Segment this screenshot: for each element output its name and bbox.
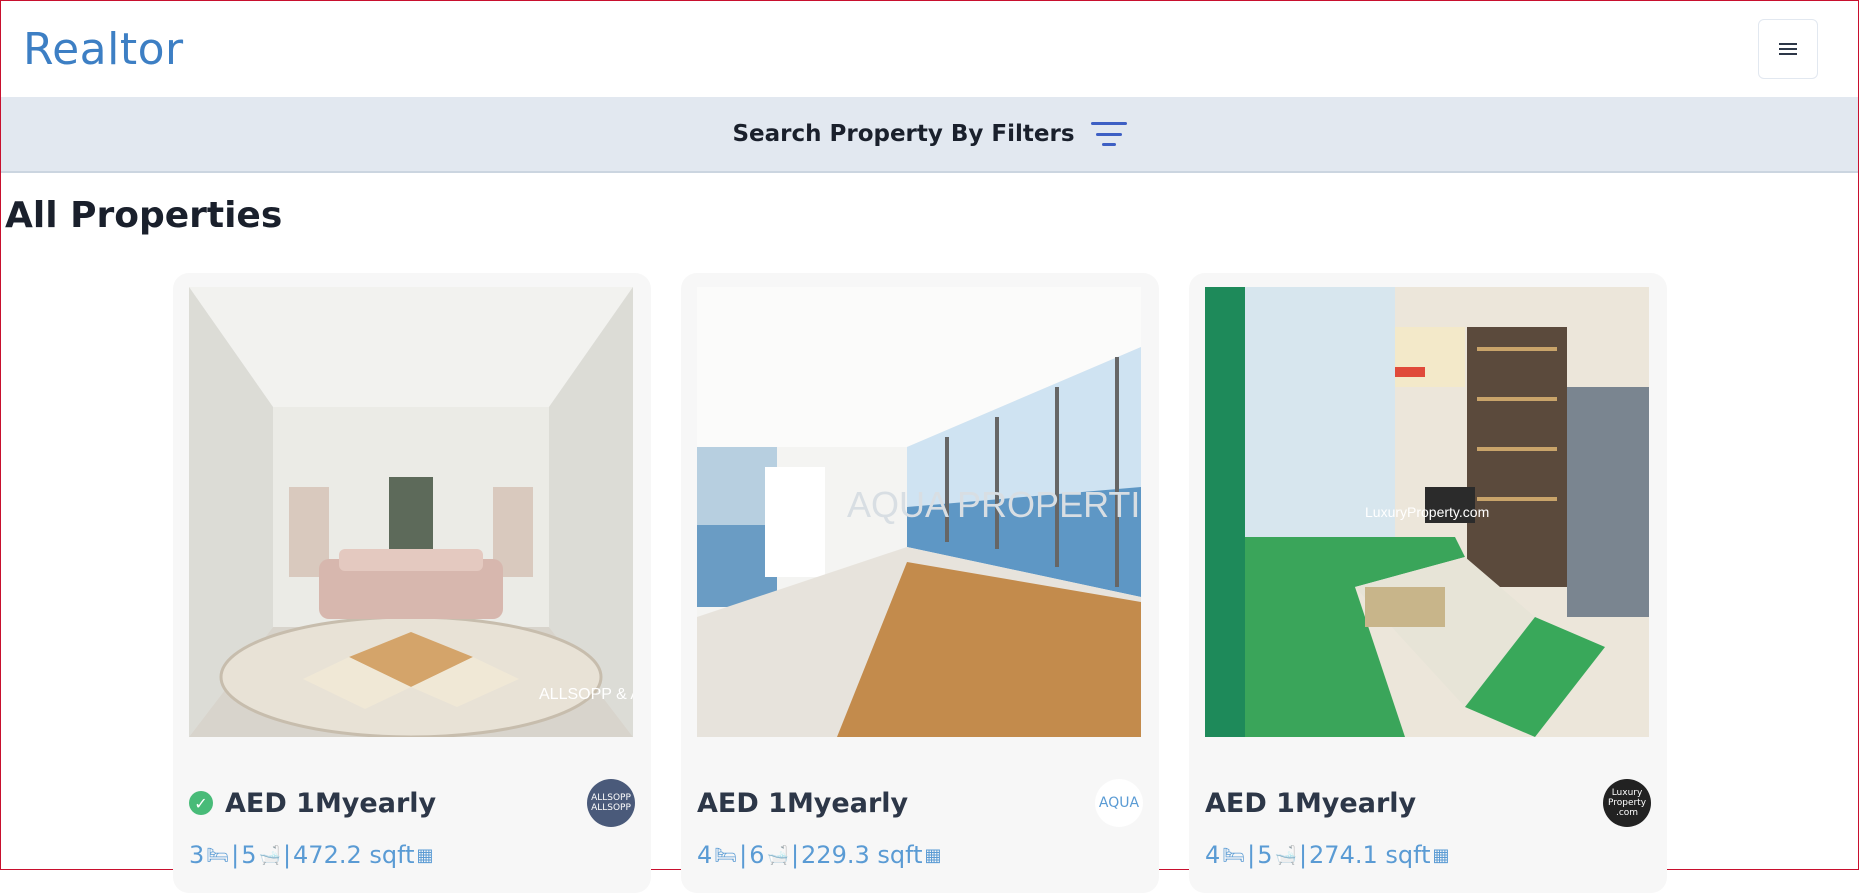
bath-icon: 🛁 [258,844,281,866]
property-price: AED 1Myearly [697,787,909,819]
bath-icon: 🛁 [766,844,789,866]
agency-name: Luxury Property .com [1607,788,1647,818]
property-price: AED 1Myearly [225,787,437,819]
bed-icon: 🛏 [714,844,738,866]
photo-watermark: ALLSOPP & ALLSOPP [539,686,633,703]
rooms-count: 3 [189,841,205,869]
menu-button[interactable] [1758,19,1818,79]
agency-name: ALLSOPP ALLSOPP [591,793,631,813]
property-photo[interactable]: AQUA PROPERTIES [697,287,1141,737]
property-list: ALLSOPP & ALLSOPP ✓ AED 1Myearly ALLSOPP… [173,273,1667,893]
property-card[interactable]: LuxuryProperty.com AED 1Myearly Luxury P… [1189,273,1667,893]
agency-avatar[interactable]: AQUA [1095,779,1143,827]
photo-watermark: LuxuryProperty.com [1365,504,1489,520]
baths-count: 5 [241,841,257,869]
area-value: 472.2 sqft [293,841,415,869]
agency-name: AQUA [1098,795,1140,811]
photo-watermark: AQUA PROPERTIES [847,484,1141,525]
property-meta: AED 1Myearly AQUA [697,779,1143,827]
property-meta: ✓ AED 1Myearly ALLSOPP ALLSOPP [189,779,635,827]
baths-count: 6 [749,841,765,869]
page-title: All Properties [5,195,283,236]
property-photo[interactable]: ALLSOPP & ALLSOPP [189,287,633,737]
hamburger-icon [1779,40,1797,58]
grid-icon: ▦ [1432,844,1450,866]
property-stats: 3 🛏 | 5 🛁 | 472.2 sqft ▦ [189,841,434,869]
bath-icon: 🛁 [1274,844,1297,866]
rooms-count: 4 [1205,841,1221,869]
rooms-count: 4 [697,841,713,869]
property-card[interactable]: ALLSOPP & ALLSOPP ✓ AED 1Myearly ALLSOPP… [173,273,651,893]
filter-bar[interactable]: Search Property By Filters [1,97,1858,173]
grid-icon: ▦ [924,844,942,866]
property-stats: 4 🛏 | 5 🛁 | 274.1 sqft ▦ [1205,841,1450,869]
agency-avatar[interactable]: Luxury Property .com [1603,779,1651,827]
price-wrap: ✓ AED 1Myearly [189,788,436,819]
bed-icon: 🛏 [206,844,230,866]
property-photo[interactable]: LuxuryProperty.com [1205,287,1649,737]
navbar: Realtor [1,1,1858,97]
verified-icon: ✓ [189,791,213,815]
property-price: AED 1Myearly [1205,787,1417,819]
area-value: 229.3 sqft [801,841,923,869]
baths-count: 5 [1257,841,1273,869]
property-meta: AED 1Myearly Luxury Property .com [1205,779,1651,827]
property-card[interactable]: AQUA PROPERTIES AED 1Myearly AQUA 4 🛏| 6… [681,273,1159,893]
price-wrap: AED 1Myearly [697,788,908,819]
price-wrap: AED 1Myearly [1205,788,1416,819]
filter-label: Search Property By Filters [732,121,1075,147]
property-stats: 4 🛏 | 6 🛁 | 229.3 sqft ▦ [697,841,942,869]
area-value: 274.1 sqft [1309,841,1431,869]
brand-logo[interactable]: Realtor [23,24,184,75]
bed-icon: 🛏 [1222,844,1246,866]
filter-icon [1090,122,1127,146]
grid-icon: ▦ [416,844,434,866]
agency-avatar[interactable]: ALLSOPP ALLSOPP [587,779,635,827]
